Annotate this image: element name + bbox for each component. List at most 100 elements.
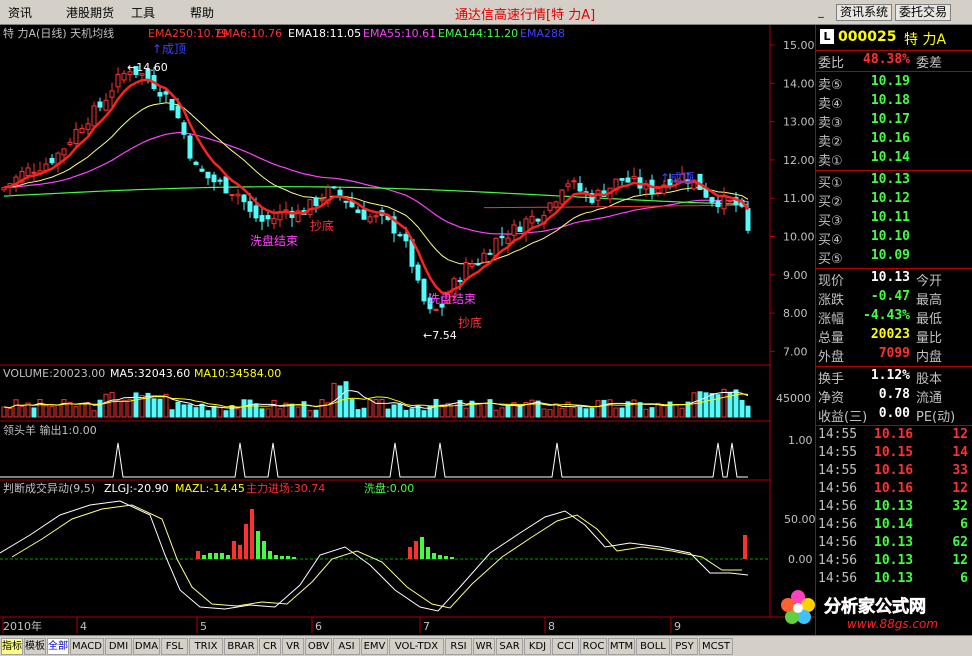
stat2-row: 净资 0.78 流通: [816, 387, 972, 406]
tab-cci[interactable]: CCI: [552, 638, 579, 655]
tab-rsi[interactable]: RSI: [445, 638, 472, 655]
flow-bar: [280, 556, 284, 559]
tab-fsl[interactable]: FSL: [161, 638, 188, 655]
leader-axis-label: 1.00: [788, 434, 813, 447]
tab-kdj[interactable]: KDJ: [524, 638, 551, 655]
bid-row-value: 10.13: [870, 172, 910, 187]
candle-body: [715, 200, 721, 208]
tab-brar[interactable]: BRAR: [224, 638, 258, 655]
volume-bar: [109, 392, 115, 418]
annot-wash2: 洗盘结束: [428, 291, 476, 306]
volume-bar: [169, 409, 175, 418]
date-tick-label: 6: [315, 620, 322, 633]
stat2-row-label2: 流通: [916, 391, 943, 406]
volume-bar: [151, 398, 157, 418]
volume-bar: [175, 401, 181, 418]
divider: [816, 71, 972, 72]
tab-dma[interactable]: DMA: [133, 638, 160, 655]
volume-bar: [67, 401, 73, 418]
volume-bar: [31, 407, 37, 418]
divider: [816, 170, 972, 171]
volume-bar: [319, 399, 325, 418]
tab-wr[interactable]: WR: [473, 638, 495, 655]
candle-body: [217, 179, 223, 182]
candle-body: [97, 101, 103, 108]
candle-body: [517, 226, 523, 232]
candle-body: [199, 168, 205, 172]
volume-bar: [223, 410, 229, 418]
menu-item-tools[interactable]: 工具: [131, 4, 155, 21]
ema-legend: EMA250:10.79EMA6:10.76 EMA18:11.05 EMA55:1…: [148, 27, 565, 40]
news-system-button[interactable]: 资讯系统: [836, 4, 893, 21]
price-tick-label: 13.00: [783, 116, 815, 129]
candle-body: [229, 193, 235, 196]
bid-row: 买① 10.13: [816, 172, 972, 191]
bid-row-value: 10.12: [870, 191, 910, 206]
menu-item-hk-futures[interactable]: 港股期货: [66, 4, 114, 21]
tab-roc[interactable]: ROC: [580, 638, 607, 655]
tab-dmi[interactable]: DMI: [105, 638, 132, 655]
tab-mcst[interactable]: MCST: [699, 638, 733, 655]
volume-bar: [19, 405, 25, 418]
candle-body: [175, 105, 181, 119]
stat-row-label2: 最低: [916, 312, 943, 327]
volume-bar: [709, 393, 715, 418]
tab-obv[interactable]: OBV: [305, 638, 332, 655]
tick-row: 14:56 10.13 32: [816, 499, 972, 518]
tick-price: 10.13: [874, 499, 914, 514]
volume-bar: [1, 406, 7, 418]
candle-body: [157, 92, 163, 97]
tick-volume: 62: [952, 535, 968, 550]
tab-vr[interactable]: VR: [282, 638, 304, 655]
candle-body: [625, 177, 631, 183]
candle-body: [265, 215, 271, 220]
bid-row: 买③ 10.11: [816, 210, 972, 229]
tick-volume: 12: [952, 553, 968, 568]
candle-body: [271, 217, 277, 225]
volume-bar: [361, 407, 367, 418]
flow-bar: [450, 557, 454, 559]
tab-asi[interactable]: ASI: [333, 638, 360, 655]
volume-bar: [541, 408, 547, 418]
candle-body: [241, 194, 247, 203]
tab-mtm[interactable]: MTM: [608, 638, 635, 655]
tick-time: 14:56: [818, 535, 858, 550]
candle-body: [469, 263, 475, 267]
price-tick-label: 9.00: [783, 269, 808, 282]
trade-button[interactable]: 委托交易: [895, 4, 952, 21]
tab-macd[interactable]: MACD: [70, 638, 104, 655]
flow-bar: [438, 555, 442, 559]
candle-body: [49, 157, 55, 164]
tab-模板[interactable]: 模板: [24, 638, 46, 655]
tab-指标[interactable]: 指标: [1, 638, 23, 655]
candle-body: [211, 174, 217, 183]
tab-psy[interactable]: PSY: [671, 638, 698, 655]
volume-bar: [601, 399, 607, 418]
candle-body: [487, 252, 493, 255]
tab-trix[interactable]: TRIX: [189, 638, 223, 655]
tab-boll[interactable]: BOLL: [636, 638, 670, 655]
candle-body: [397, 234, 403, 237]
menu-item-help[interactable]: 帮助: [190, 4, 214, 21]
tick-time: 14:56: [818, 481, 858, 496]
minimize-icon[interactable]: _: [814, 5, 828, 21]
tab-cr[interactable]: CR: [259, 638, 281, 655]
annot-top: ↑成顶: [152, 42, 186, 56]
tab-sar[interactable]: SAR: [496, 638, 523, 655]
quote-panel: L 000025 特 力A 委比 48.38% 委差 卖⑤ 10.19 卖④ 10.1…: [815, 25, 972, 635]
stat-row-label2: 最高: [916, 293, 943, 308]
kline-chart[interactable]: 特 力A(日线) 天机均线 EMA250:10.79EMA6:10.76 EMA1…: [0, 25, 815, 635]
leader-legend: 领头羊 输出1:0.00: [3, 423, 97, 437]
menu-item-news[interactable]: 资讯: [8, 4, 32, 21]
watermark-url: www.88gs.com: [847, 617, 938, 631]
stat2-row-value: 0.78: [878, 387, 910, 402]
flow-bar: [220, 553, 224, 559]
tab-emv[interactable]: EMV: [361, 638, 388, 655]
flow-bar: [408, 547, 412, 559]
date-tick-label: 5: [200, 620, 207, 633]
tab-vol-tdx[interactable]: VOL-TDX: [389, 638, 444, 655]
volume-bar: [241, 399, 247, 418]
volume-bar: [487, 399, 493, 418]
tab-全部[interactable]: 全部: [47, 638, 69, 655]
ema-legend-item: EMA6:10.76: [216, 27, 282, 40]
